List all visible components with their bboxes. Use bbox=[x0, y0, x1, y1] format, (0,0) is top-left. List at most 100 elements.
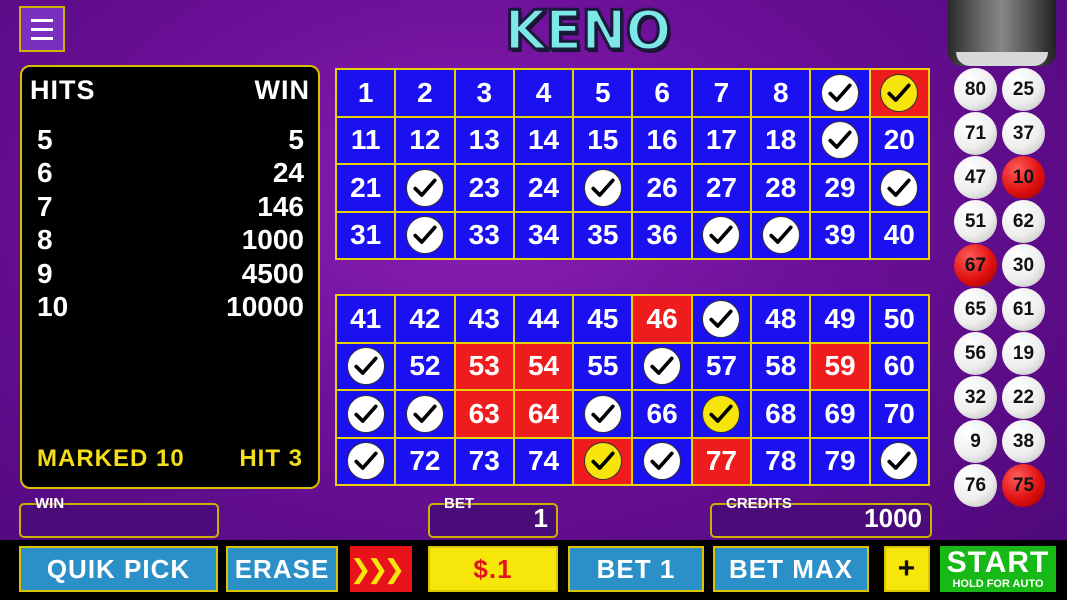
keno-cell-20[interactable]: 20 bbox=[870, 117, 928, 163]
keno-cell-55[interactable]: 55 bbox=[574, 343, 632, 389]
keno-cell-1[interactable]: 1 bbox=[337, 70, 395, 116]
bet-label: BET bbox=[444, 495, 474, 512]
keno-cell-33[interactable]: 33 bbox=[455, 212, 513, 258]
keno-cell-72[interactable]: 72 bbox=[396, 438, 454, 484]
keno-cell-5[interactable]: 5 bbox=[574, 70, 632, 116]
keno-cell-10[interactable] bbox=[870, 70, 928, 116]
check-icon bbox=[821, 73, 860, 112]
keno-cell-28[interactable]: 28 bbox=[752, 165, 810, 211]
keno-cell-14[interactable]: 14 bbox=[514, 117, 573, 163]
keno-cell-9[interactable] bbox=[811, 70, 869, 116]
keno-cell-21[interactable]: 21 bbox=[337, 165, 395, 211]
start-label: START bbox=[946, 546, 1050, 579]
keno-cell-57[interactable]: 57 bbox=[692, 343, 751, 389]
drawn-ball: 51 bbox=[954, 200, 997, 243]
erase-button[interactable]: ERASE bbox=[226, 546, 338, 592]
keno-cell-18[interactable]: 18 bbox=[752, 117, 810, 163]
keno-cell-23[interactable]: 23 bbox=[455, 165, 513, 211]
keno-cell-80[interactable] bbox=[870, 438, 928, 484]
keno-cell-76[interactable] bbox=[633, 438, 691, 484]
fast-forward-icon: ❯ ❯ ❯ bbox=[349, 553, 407, 584]
speed-button[interactable]: ❯ ❯ ❯ bbox=[350, 546, 412, 592]
keno-cell-24[interactable]: 24 bbox=[514, 165, 573, 211]
keno-cell-60[interactable]: 60 bbox=[870, 343, 928, 389]
keno-cell-37[interactable] bbox=[692, 212, 751, 258]
keno-cell-38[interactable] bbox=[752, 212, 810, 258]
keno-cell-54[interactable]: 54 bbox=[514, 343, 573, 389]
menu-button[interactable] bbox=[19, 6, 65, 52]
bet-max-button[interactable]: BET MAX bbox=[713, 546, 869, 592]
keno-cell-12[interactable]: 12 bbox=[396, 117, 454, 163]
keno-cell-52[interactable]: 52 bbox=[396, 343, 454, 389]
keno-cell-56[interactable] bbox=[633, 343, 691, 389]
paytable-row: 55 bbox=[37, 123, 304, 156]
keno-cell-44[interactable]: 44 bbox=[514, 296, 573, 342]
start-button[interactable]: START HOLD FOR AUTO bbox=[940, 546, 1056, 592]
keno-cell-46[interactable]: 46 bbox=[633, 296, 691, 342]
keno-cell-69[interactable]: 69 bbox=[811, 391, 869, 437]
keno-cell-31[interactable]: 31 bbox=[337, 212, 395, 258]
keno-cell-40[interactable]: 40 bbox=[870, 212, 928, 258]
keno-cell-62[interactable] bbox=[396, 391, 454, 437]
keno-cell-71[interactable] bbox=[337, 438, 395, 484]
keno-cell-53[interactable]: 53 bbox=[455, 343, 513, 389]
keno-cell-41[interactable]: 41 bbox=[337, 296, 395, 342]
plus-button[interactable]: + bbox=[884, 546, 930, 592]
keno-cell-77[interactable]: 77 bbox=[692, 438, 751, 484]
keno-cell-50[interactable]: 50 bbox=[870, 296, 928, 342]
keno-cell-8[interactable]: 8 bbox=[752, 70, 810, 116]
keno-cell-73[interactable]: 73 bbox=[455, 438, 513, 484]
keno-cell-61[interactable] bbox=[337, 391, 395, 437]
keno-cell-4[interactable]: 4 bbox=[514, 70, 573, 116]
keno-cell-51[interactable] bbox=[337, 343, 395, 389]
drawn-ball: 56 bbox=[954, 332, 997, 375]
keno-cell-16[interactable]: 16 bbox=[633, 117, 691, 163]
keno-cell-70[interactable]: 70 bbox=[870, 391, 928, 437]
keno-cell-65[interactable] bbox=[574, 391, 632, 437]
keno-cell-67[interactable] bbox=[692, 391, 751, 437]
keno-cell-64[interactable]: 64 bbox=[514, 391, 573, 437]
paytable-hits-value: 7 bbox=[37, 190, 53, 222]
keno-cell-26[interactable]: 26 bbox=[633, 165, 691, 211]
keno-cell-36[interactable]: 36 bbox=[633, 212, 691, 258]
keno-cell-68[interactable]: 68 bbox=[752, 391, 810, 437]
keno-cell-2[interactable]: 2 bbox=[396, 70, 454, 116]
keno-cell-22[interactable] bbox=[396, 165, 454, 211]
keno-cell-11[interactable]: 11 bbox=[337, 117, 395, 163]
keno-cell-48[interactable]: 48 bbox=[752, 296, 810, 342]
keno-cell-43[interactable]: 43 bbox=[455, 296, 513, 342]
keno-cell-49[interactable]: 49 bbox=[811, 296, 869, 342]
keno-cell-75[interactable] bbox=[574, 438, 632, 484]
quik-pick-button[interactable]: QUIK PICK bbox=[19, 546, 218, 592]
keno-cell-29[interactable]: 29 bbox=[811, 165, 869, 211]
keno-cell-39[interactable]: 39 bbox=[811, 212, 869, 258]
keno-cell-3[interactable]: 3 bbox=[455, 70, 513, 116]
keno-cell-25[interactable] bbox=[574, 165, 632, 211]
keno-cell-59[interactable]: 59 bbox=[811, 343, 869, 389]
bet-one-button[interactable]: BET 1 bbox=[568, 546, 704, 592]
keno-cell-66[interactable]: 66 bbox=[633, 391, 691, 437]
keno-cell-47[interactable] bbox=[692, 296, 751, 342]
keno-cell-78[interactable]: 78 bbox=[752, 438, 810, 484]
keno-cell-79[interactable]: 79 bbox=[811, 438, 869, 484]
keno-cell-13[interactable]: 13 bbox=[455, 117, 513, 163]
keno-cell-30[interactable] bbox=[870, 165, 928, 211]
paytable-row: 6 24 bbox=[37, 156, 304, 189]
keno-cell-32[interactable] bbox=[396, 212, 454, 258]
keno-cell-7[interactable]: 7 bbox=[692, 70, 751, 116]
keno-cell-45[interactable]: 45 bbox=[574, 296, 632, 342]
keno-cell-15[interactable]: 15 bbox=[574, 117, 632, 163]
keno-cell-74[interactable]: 74 bbox=[514, 438, 573, 484]
keno-cell-6[interactable]: 6 bbox=[633, 70, 691, 116]
keno-cell-17[interactable]: 17 bbox=[692, 117, 751, 163]
keno-cell-35[interactable]: 35 bbox=[574, 212, 632, 258]
keno-cell-34[interactable]: 34 bbox=[514, 212, 573, 258]
keno-cell-42[interactable]: 42 bbox=[396, 296, 454, 342]
check-icon bbox=[702, 394, 741, 433]
denomination-button[interactable]: $.1 bbox=[428, 546, 558, 592]
keno-cell-63[interactable]: 63 bbox=[455, 391, 513, 437]
keno-cell-27[interactable]: 27 bbox=[692, 165, 751, 211]
check-icon bbox=[346, 442, 385, 481]
keno-cell-58[interactable]: 58 bbox=[752, 343, 810, 389]
keno-cell-19[interactable] bbox=[811, 117, 869, 163]
